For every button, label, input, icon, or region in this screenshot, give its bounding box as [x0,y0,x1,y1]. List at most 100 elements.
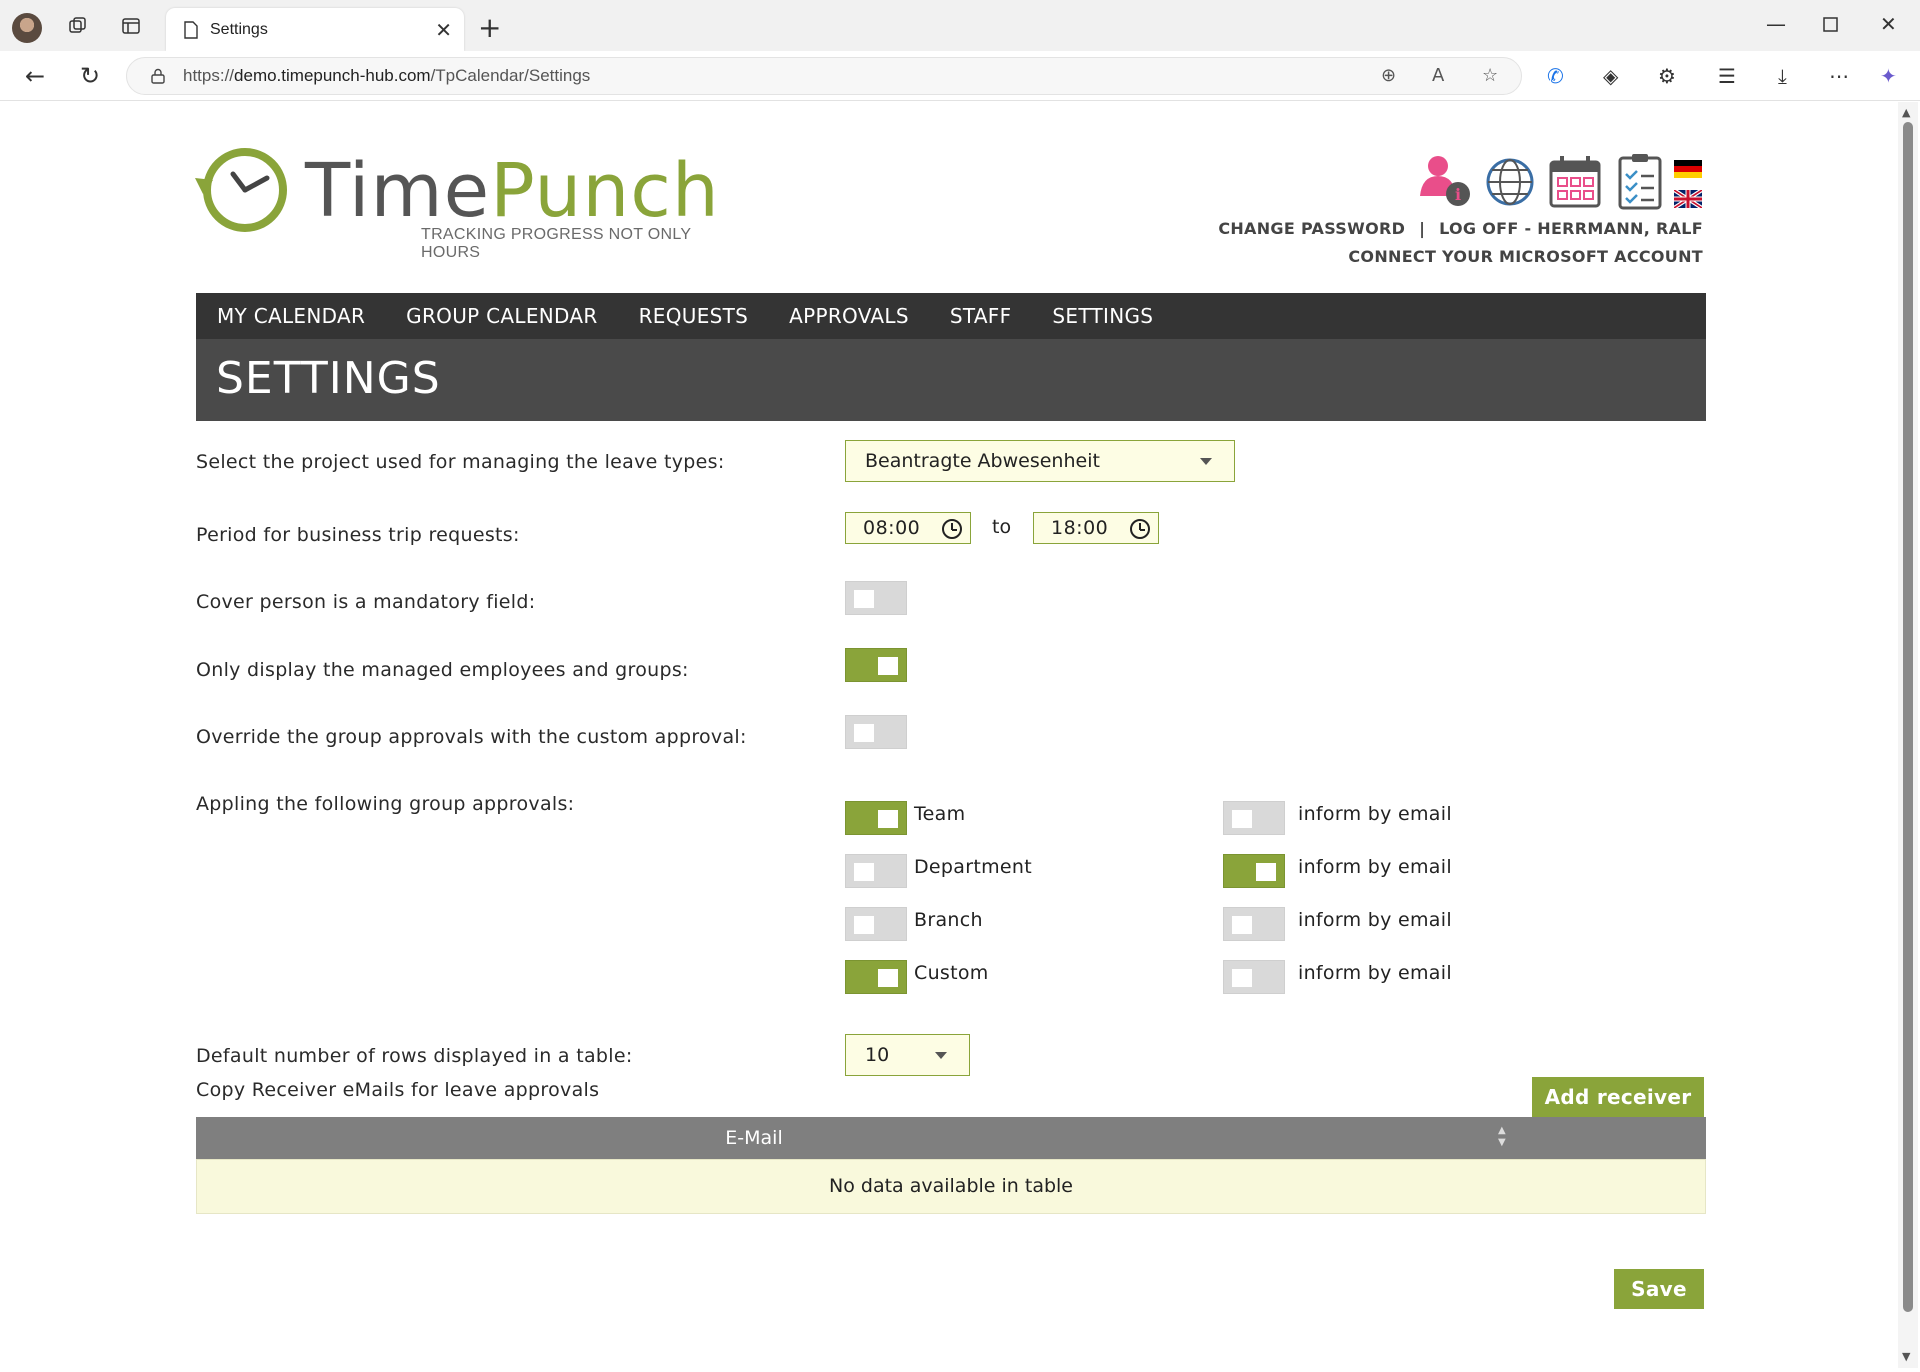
override-label: Override the group approvals with the cu… [196,726,747,748]
lock-icon[interactable] [149,67,167,85]
read-aloud-icon[interactable]: A [1432,65,1444,86]
copilot-icon[interactable]: ✦ [1880,64,1897,88]
browser-toolbar: ← ↻ https://demo.timepunch-hub.com/TpCal… [0,51,1920,101]
extensions-icon[interactable]: ⚙ [1658,64,1676,88]
custom-approval-toggle[interactable] [845,960,907,994]
team-approval-toggle[interactable] [845,801,907,835]
scroll-down-icon[interactable]: ▼ [1902,1350,1910,1363]
add-receiver-button[interactable]: Add receiver [1532,1077,1704,1117]
logoff-link[interactable]: LOG OFF - HERRMANN, RALF [1439,219,1703,238]
favorites-icon[interactable]: ☰ [1718,64,1736,88]
menu-staff[interactable]: STAFF [950,304,1012,328]
rows-select[interactable]: 10 [845,1034,970,1076]
team-email-toggle[interactable] [1223,801,1285,835]
flag-uk-icon[interactable] [1674,190,1702,208]
team-approval-label: Team [914,803,966,825]
window-close-icon[interactable]: ✕ [1880,12,1897,36]
downloads-icon[interactable]: ⤓ [1778,64,1787,88]
branch-email-label: inform by email [1298,909,1452,931]
workspaces-icon[interactable] [64,12,92,40]
address-bar[interactable]: https://demo.timepunch-hub.com/TpCalenda… [126,57,1522,95]
department-approval-toggle[interactable] [845,854,907,888]
sort-icon[interactable]: ▲ ▼ [1498,1125,1506,1149]
tab-close-icon[interactable]: ✕ [435,18,452,42]
page-title: SETTINGS [216,353,441,404]
menu-group-calendar[interactable]: GROUP CALENDAR [406,304,597,328]
zoom-icon[interactable]: ⊕ [1381,65,1396,86]
refresh-icon[interactable]: ↻ [75,61,105,91]
flag-de-icon[interactable] [1674,160,1702,178]
maximize-icon[interactable] [1823,14,1839,38]
new-tab-icon[interactable]: + [478,14,501,42]
department-approval-label: Department [914,856,1032,878]
email-column-header[interactable]: E-Mail [196,1127,1312,1149]
browser-tab-settings[interactable]: Settings ✕ [166,8,464,51]
user-info-icon[interactable]: i [1418,152,1474,210]
clock-icon[interactable] [1130,519,1150,539]
back-icon[interactable]: ← [20,61,50,91]
business-trip-label: Period for business trip requests: [196,524,520,546]
chevron-down-icon [1200,458,1212,465]
menu-approvals[interactable]: APPROVALS [789,304,909,328]
copy-receiver-label: Copy Receiver eMails for leave approvals [196,1079,600,1101]
cover-person-label: Cover person is a mandatory field: [196,591,536,613]
table-empty-message: No data available in table [829,1175,1073,1197]
connect-microsoft-link[interactable]: CONNECT YOUR MICROSOFT ACCOUNT [1348,247,1703,266]
to-label: to [992,516,1012,538]
group-approvals-label: Appling the following group approvals: [196,793,575,815]
menu-requests[interactable]: REQUESTS [639,304,749,328]
rows-label: Default number of rows displayed in a ta… [196,1045,633,1067]
account-links: CHANGE PASSWORD | LOG OFF - HERRMANN, RA… [1218,219,1703,238]
globe-icon[interactable] [1484,152,1536,210]
cover-person-toggle[interactable] [845,581,907,615]
save-button[interactable]: Save [1614,1269,1704,1309]
branch-approval-label: Branch [914,909,983,931]
menu-my-calendar[interactable]: MY CALENDAR [217,304,365,328]
override-toggle[interactable] [845,715,907,749]
chevron-down-icon [935,1052,947,1059]
timepunch-logo[interactable]: TimePunch TRACKING PROGRESS NOT ONLY HOU… [195,140,745,261]
department-email-label: inform by email [1298,856,1452,878]
business-trip-from-input[interactable]: 08:00 [845,512,971,544]
vertical-scrollbar[interactable]: ▲ ▼ [1898,102,1918,1368]
project-select-value: Beantragte Abwesenheit [865,450,1100,472]
svg-text:i: i [1455,185,1461,204]
rows-select-value: 10 [865,1044,890,1066]
profile-avatar[interactable] [12,13,42,43]
clock-icon[interactable] [942,519,962,539]
url-text[interactable]: https://demo.timepunch-hub.com/TpCalenda… [183,66,1521,86]
custom-email-toggle[interactable] [1223,960,1285,994]
favorite-star-icon[interactable]: ☆ [1482,65,1498,86]
more-menu-icon[interactable]: ⋯ [1829,64,1849,88]
page-icon [184,20,198,39]
team-email-label: inform by email [1298,803,1452,825]
department-email-toggle[interactable] [1223,854,1285,888]
managed-only-toggle[interactable] [845,648,907,682]
scrollbar-thumb[interactable] [1903,122,1913,1312]
managed-only-label: Only display the managed employees and g… [196,659,689,681]
custom-email-label: inform by email [1298,962,1452,984]
tab-title: Settings [210,20,268,38]
menu-settings[interactable]: SETTINGS [1052,304,1153,328]
time-to-value: 18:00 [1051,517,1109,539]
page-title-bar: SETTINGS [196,339,1706,421]
phone-icon[interactable]: ✆ [1547,64,1564,88]
logo-tagline: TRACKING PROGRESS NOT ONLY HOURS [421,226,692,261]
calendar-icon[interactable] [1548,152,1602,210]
time-from-value: 08:00 [863,517,921,539]
branch-approval-toggle[interactable] [845,907,907,941]
link-separator: | [1419,219,1426,238]
minimize-icon[interactable]: — [1766,12,1786,36]
scroll-up-icon[interactable]: ▲ [1902,106,1910,119]
change-password-link[interactable]: CHANGE PASSWORD [1218,219,1405,238]
email-table-header: E-Mail ▲ ▼ [196,1117,1706,1159]
vertical-tabs-icon[interactable] [117,12,145,40]
checklist-icon[interactable] [1616,152,1666,210]
project-label: Select the project used for managing the… [196,451,725,473]
business-trip-to-input[interactable]: 18:00 [1033,512,1159,544]
project-select[interactable]: Beantragte Abwesenheit [845,440,1235,482]
main-menu: MY CALENDAR GROUP CALENDAR REQUESTS APPR… [196,293,1706,339]
branch-email-toggle[interactable] [1223,907,1285,941]
extension-diamond-icon[interactable]: ◈ [1603,64,1618,88]
custom-approval-label: Custom [914,962,989,984]
